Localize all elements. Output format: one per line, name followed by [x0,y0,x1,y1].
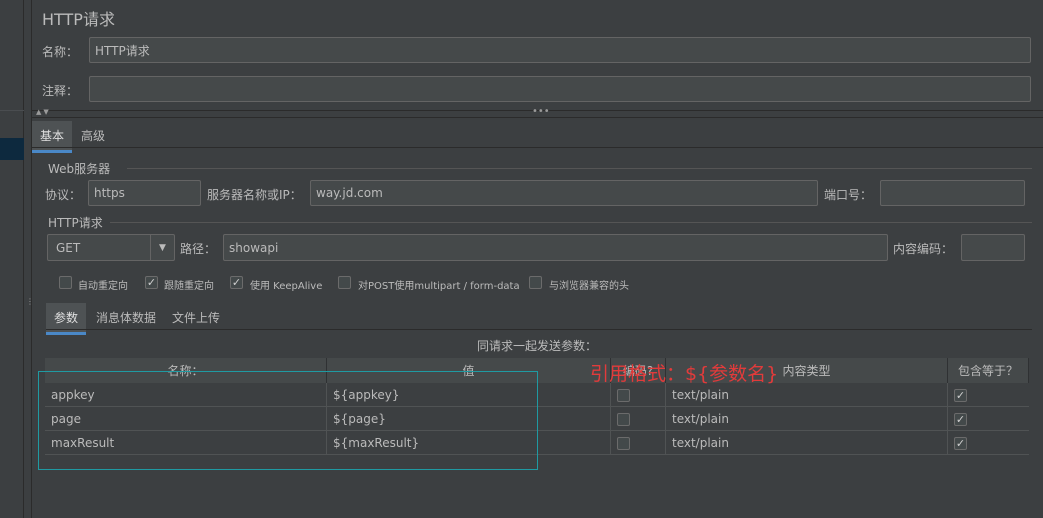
auto-redirect-checkbox[interactable] [59,276,72,289]
tab-advanced[interactable]: 高级 [73,121,113,150]
web-server-section-line [127,168,1032,169]
name-field[interactable]: HTTP请求 [89,37,1031,63]
annotation-text: 引用格式：${参数名} [590,363,779,385]
browser-headers-checkbox[interactable] [529,276,542,289]
port-label: 端口号： [824,188,873,202]
panel-title: HTTP请求 [42,10,115,29]
multipart-label: 对POST使用multipart / form-data [358,281,520,292]
splitter-bar[interactable] [24,0,32,518]
param-encode-cell[interactable] [611,431,666,455]
http-request-section-line [110,222,1032,223]
browser-headers-label: 与浏览器兼容的头 [549,281,629,292]
annotation-highlight-box [38,371,538,470]
param-content-type-cell[interactable]: text/plain [666,407,948,431]
encoding-field[interactable] [961,234,1025,261]
column-header-include-equals[interactable]: 包含等于？ [948,358,1029,383]
server-field[interactable]: way.jd.com [310,180,818,206]
name-label: 名称： [42,45,79,59]
http-request-panel: HTTP请求 名称： HTTP请求 注释： ▲▼ ••• 基本 高级 Web服务… [32,0,1043,518]
follow-redirect-checkbox[interactable]: ✓ [145,276,158,289]
param-content-type-cell[interactable]: text/plain [666,431,948,455]
follow-redirect-label: 跟随重定向 [164,281,214,292]
method-select[interactable]: GET ▼ [47,234,175,261]
tab-parameters[interactable]: 参数 [46,303,87,335]
divider-grip-icon[interactable]: ••• [532,106,550,117]
param-include-equals-cell[interactable]: ✓ [948,407,1029,431]
path-label: 路径： [180,242,217,256]
splitter-grip-icon[interactable]: ⋮ [26,298,34,316]
include-equals-checkbox[interactable]: ✓ [954,412,967,426]
param-encode-cell[interactable] [611,383,666,407]
multipart-checkbox[interactable] [338,276,351,289]
method-value: GET [56,240,81,255]
params-caption: 同请求一起发送参数： [477,339,598,353]
chevron-down-icon[interactable]: ▼ [150,235,174,260]
tab-basic[interactable]: 基本 [32,121,73,153]
http-request-section-title: HTTP请求 [48,216,103,230]
param-include-equals-cell[interactable]: ✓ [948,383,1029,407]
include-equals-checkbox[interactable]: ✓ [954,388,967,402]
tab-file-upload[interactable]: 文件上传 [164,303,228,332]
param-content-type-cell[interactable]: text/plain [666,383,948,407]
web-server-section-title: Web服务器 [48,162,111,176]
keepalive-checkbox[interactable]: ✓ [230,276,243,289]
tree-panel-edge [0,0,24,518]
encode-checkbox[interactable] [617,412,630,426]
protocol-field[interactable]: https [88,180,201,206]
encode-checkbox[interactable] [617,388,630,402]
encoding-label: 内容编码： [893,242,954,256]
name-field-value: HTTP请求 [95,43,150,58]
comment-label: 注释： [42,84,79,98]
keepalive-label: 使用 KeepAlive [250,281,323,292]
comment-field[interactable] [89,76,1031,102]
param-include-equals-cell[interactable]: ✓ [948,431,1029,455]
tab-strip-border [32,147,1043,148]
pane-divider[interactable]: ▲▼ ••• [32,106,1043,118]
param-encode-cell[interactable] [611,407,666,431]
port-field[interactable] [880,180,1025,206]
tree-selected-row[interactable] [0,138,24,160]
encode-checkbox[interactable] [617,436,630,450]
auto-redirect-label: 自动重定向 [78,281,128,292]
protocol-label: 协议： [45,188,82,202]
collapse-arrows-icon[interactable]: ▲▼ [36,108,51,116]
sub-tab-strip-border [46,329,1032,330]
include-equals-checkbox[interactable]: ✓ [954,436,967,450]
server-label: 服务器名称或IP： [207,188,302,202]
tab-body-data[interactable]: 消息体数据 [88,303,164,332]
path-field[interactable]: showapi [223,234,888,261]
tree-divider [0,110,24,111]
